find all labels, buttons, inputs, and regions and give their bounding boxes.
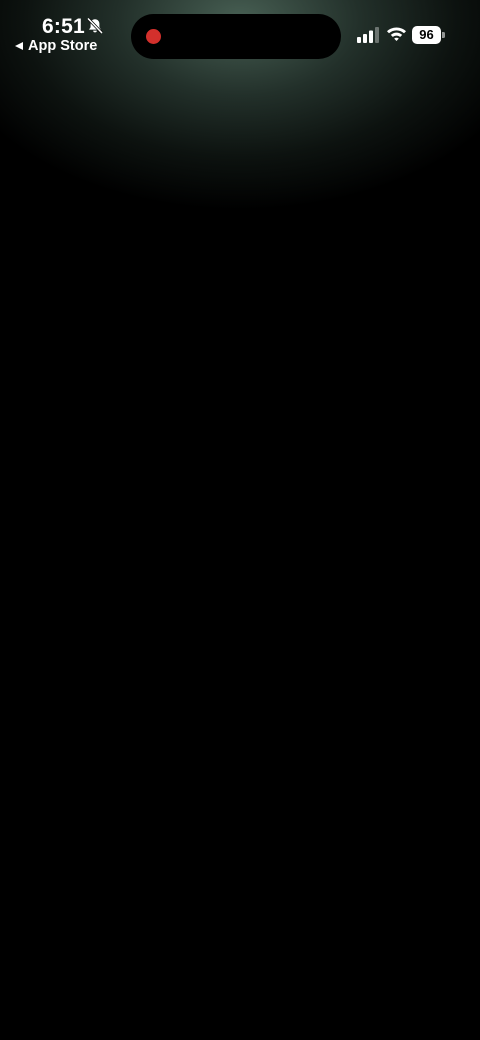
app-screen: 6:51 App Store 96 <box>0 0 480 1040</box>
back-link-label: App Store <box>28 38 98 54</box>
back-arrow-icon <box>15 42 23 50</box>
bell-slash-icon <box>87 17 103 34</box>
back-to-app-store-link[interactable]: App Store <box>15 37 97 55</box>
battery-cap <box>442 32 445 38</box>
dynamic-island[interactable] <box>131 14 341 59</box>
battery-icon: 96 <box>412 26 445 44</box>
battery-level: 96 <box>412 26 441 44</box>
cellular-signal-icon <box>357 27 379 43</box>
screen-recording-dot-icon <box>146 29 161 44</box>
wifi-icon <box>387 27 406 41</box>
